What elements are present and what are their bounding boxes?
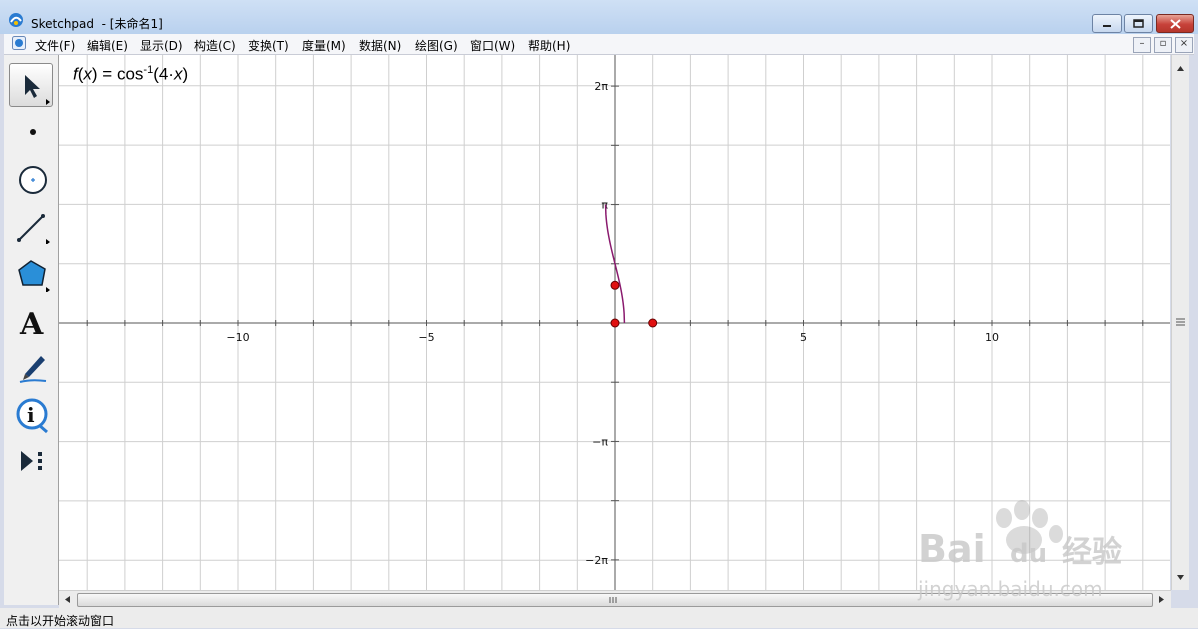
custom-tools-play-icon [21, 451, 42, 471]
function-variable: x [83, 64, 92, 84]
svg-text:i: i [27, 403, 35, 427]
vertical-scrollbar[interactable] [1171, 55, 1189, 590]
maximize-button[interactable] [1124, 14, 1153, 33]
toolbox: A i [4, 55, 59, 605]
menu-construct[interactable]: 构造(C) [194, 37, 236, 54]
doc-close-button[interactable]: × [1175, 37, 1193, 53]
sketchpad-app-icon [9, 13, 23, 27]
graph-point [610, 280, 620, 290]
menu-bar: 文件(F) 编辑(E) 显示(D) 构造(C) 变换(T) 度量(M) 数据(N… [4, 34, 1194, 55]
minimize-button[interactable] [1092, 14, 1122, 33]
x-axis-tick-label: −5 [418, 331, 434, 344]
menu-file[interactable]: 文件(F) [35, 37, 75, 54]
marker-tool[interactable] [9, 345, 53, 387]
vertical-scroll-arrows [1176, 66, 1185, 580]
sketch-canvas[interactable]: −10 −5 5 10 2π π −π −2π f(x) = cos-1(4·x) [59, 55, 1170, 590]
text-tool[interactable]: A [9, 299, 53, 341]
text-tool-icon: A [19, 307, 44, 340]
function-label[interactable]: f(x) = cos-1(4·x) [73, 64, 188, 85]
menu-transform[interactable]: 变换(T) [248, 37, 289, 54]
x-axis-tick-label: 10 [985, 331, 999, 344]
information-tool[interactable]: i [9, 393, 53, 435]
polygon-icon [18, 260, 50, 292]
menu-display[interactable]: 显示(D) [140, 37, 183, 54]
scroll-grip-icon [609, 597, 617, 603]
custom-tool[interactable] [9, 439, 53, 481]
doc-minimize-button[interactable]: – [1133, 37, 1151, 53]
line-segment-icon [17, 214, 50, 244]
y-axis-tick-label: 2π [594, 80, 608, 93]
svg-text:A: A [19, 307, 44, 340]
doc-restore-button[interactable]: ▫ [1154, 37, 1172, 53]
point-icon [30, 129, 36, 135]
menu-window[interactable]: 窗口(W) [470, 37, 515, 54]
marker-pen-icon [19, 356, 47, 383]
function-close-paren: ) [182, 64, 189, 84]
document-icon[interactable] [12, 36, 26, 50]
straightedge-tool[interactable] [9, 203, 53, 245]
graph-point [610, 318, 620, 328]
menu-graph[interactable]: 绘图(G) [415, 37, 458, 54]
horizontal-scrollbar[interactable] [59, 590, 1171, 608]
x-axis-tick-label: −10 [226, 331, 249, 344]
title-bar: Sketchpad - [未命名1] [0, 0, 1198, 34]
menu-data[interactable]: 数据(N) [359, 37, 401, 54]
horizontal-scroll-thumb[interactable] [77, 593, 1153, 607]
y-axis-tick-label: −2π [585, 554, 608, 567]
close-button[interactable] [1156, 14, 1194, 33]
arrow-tool[interactable] [9, 63, 53, 107]
information-icon: i [16, 398, 48, 434]
function-inverse-superscript: -1 [143, 64, 154, 76]
close-icon [1169, 18, 1181, 29]
x-axis-tick-label: 5 [800, 331, 807, 344]
menu-edit[interactable]: 编辑(E) [87, 37, 128, 54]
compass-tool[interactable] [9, 157, 53, 199]
compass-circle-icon [19, 166, 47, 194]
coordinate-grid: −10 −5 5 102ππ−π−2π [59, 55, 1170, 590]
y-axis-tick-label: −π [592, 435, 608, 448]
point-tool[interactable] [9, 109, 53, 151]
menu-measure[interactable]: 度量(M) [302, 37, 346, 54]
window-title: Sketchpad - [未命名1] [31, 17, 163, 31]
status-text: 点击以开始滚动窗口 [6, 614, 115, 628]
graph-point [648, 318, 658, 328]
status-bar: 点击以开始滚动窗口 [0, 608, 1198, 628]
function-equals-cos: ) = cos [91, 64, 144, 84]
minimize-icon [1103, 24, 1111, 27]
maximize-icon [1133, 19, 1144, 28]
function-argument: (4· [153, 64, 174, 84]
polygon-tool[interactable] [9, 251, 53, 293]
arrow-cursor-icon [25, 75, 50, 105]
menu-help[interactable]: 帮助(H) [528, 37, 570, 54]
